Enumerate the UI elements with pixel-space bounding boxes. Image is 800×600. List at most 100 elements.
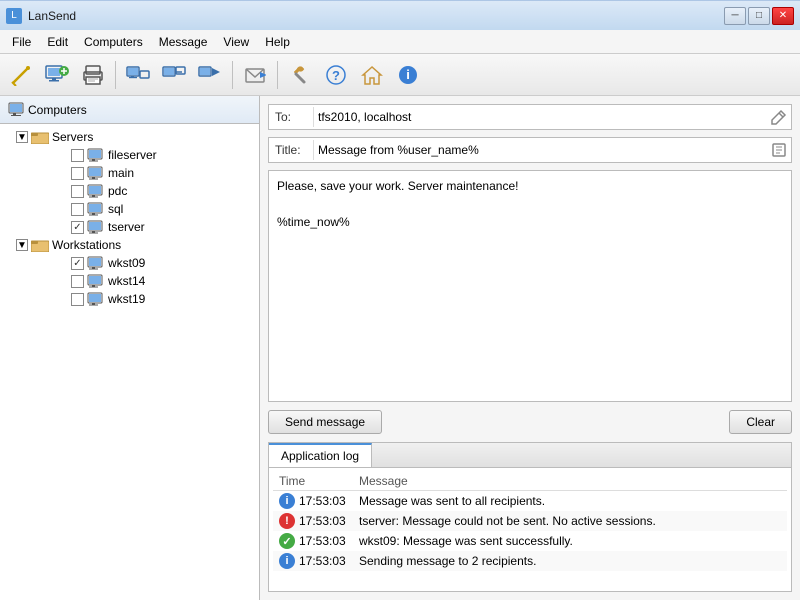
monitor-icon bbox=[87, 220, 105, 234]
title-label: Title: bbox=[269, 140, 313, 160]
wand-icon[interactable] bbox=[4, 58, 38, 92]
network1-icon[interactable] bbox=[121, 58, 155, 92]
help-circle-icon[interactable]: ? bbox=[319, 58, 353, 92]
home-icon[interactable] bbox=[355, 58, 389, 92]
log-message: Sending message to 2 recipients. bbox=[359, 554, 781, 568]
fileserver-label: fileserver bbox=[108, 148, 157, 162]
sql-label: sql bbox=[108, 202, 123, 216]
monitor-icon bbox=[87, 256, 105, 270]
tree-node-wkst19[interactable]: wkst19 bbox=[0, 290, 259, 308]
log-row: ! 17:53:03 tserver: Message could not be… bbox=[273, 511, 787, 531]
svg-text:?: ? bbox=[332, 68, 340, 83]
tab-application-log[interactable]: Application log bbox=[269, 443, 372, 467]
menu-message[interactable]: Message bbox=[151, 33, 216, 51]
title-field-row: Title: Message from %user_name% bbox=[268, 137, 792, 163]
log-section: Application log Time Message i 17:53:03 … bbox=[268, 442, 792, 592]
monitor-icon bbox=[87, 184, 105, 198]
log-time: 17:53:03 bbox=[299, 514, 359, 528]
message-line-2: %time_now% bbox=[277, 213, 783, 231]
send-message-button[interactable]: Send message bbox=[268, 410, 382, 434]
menu-help[interactable]: Help bbox=[257, 33, 298, 51]
minimize-button[interactable]: ─ bbox=[724, 7, 746, 25]
checkbox-tserver[interactable]: ✓ bbox=[71, 221, 84, 234]
monitor-icon bbox=[87, 292, 105, 306]
to-value: tfs2010, localhost bbox=[313, 107, 767, 127]
error-log-icon: ! bbox=[279, 513, 295, 529]
servers-label: Servers bbox=[52, 130, 93, 144]
wrench-icon[interactable] bbox=[283, 58, 317, 92]
tree-container: ▼ Servers fileserver bbox=[0, 124, 259, 600]
menu-computers[interactable]: Computers bbox=[76, 33, 151, 51]
to-label: To: bbox=[269, 107, 313, 127]
log-time: 17:53:03 bbox=[299, 534, 359, 548]
tree-node-fileserver[interactable]: fileserver bbox=[0, 146, 259, 164]
menu-bar: File Edit Computers Message View Help bbox=[0, 30, 800, 54]
workstations-label: Workstations bbox=[52, 238, 121, 252]
group-icon bbox=[31, 238, 49, 252]
svg-text:i: i bbox=[406, 67, 410, 82]
success-log-icon: ✓ bbox=[279, 533, 295, 549]
tserver-label: tserver bbox=[108, 220, 145, 234]
pdc-label: pdc bbox=[108, 184, 127, 198]
add-computer-icon[interactable] bbox=[40, 58, 74, 92]
checkbox-pdc[interactable] bbox=[71, 185, 84, 198]
message-area[interactable]: Please, save your work. Server maintenan… bbox=[268, 170, 792, 402]
tree-node-pdc[interactable]: pdc bbox=[0, 182, 259, 200]
tree-node-wkst14[interactable]: wkst14 bbox=[0, 272, 259, 290]
log-col-time: Time bbox=[279, 474, 359, 488]
checkbox-wkst14[interactable] bbox=[71, 275, 84, 288]
computers-tab-label: Computers bbox=[28, 103, 87, 117]
checkbox-sql[interactable] bbox=[71, 203, 84, 216]
app-icon: L bbox=[6, 8, 22, 24]
checkbox-wkst09[interactable]: ✓ bbox=[71, 257, 84, 270]
log-message: Message was sent to all recipients. bbox=[359, 494, 781, 508]
expand-workstations[interactable]: ▼ bbox=[16, 239, 28, 251]
log-col-message: Message bbox=[359, 474, 781, 488]
clear-button[interactable]: Clear bbox=[729, 410, 792, 434]
log-row: i 17:53:03 Sending message to 2 recipien… bbox=[273, 551, 787, 571]
network2-icon[interactable] bbox=[157, 58, 191, 92]
toolbar-separator-1 bbox=[115, 61, 116, 89]
to-edit-button[interactable] bbox=[767, 105, 791, 129]
buttons-row: Send message Clear bbox=[268, 406, 792, 438]
info-circle-icon[interactable]: i bbox=[391, 58, 425, 92]
title-bar-controls: ─ □ ✕ bbox=[724, 7, 794, 25]
title-bar-text: LanSend bbox=[28, 9, 724, 23]
tree-node-sql[interactable]: sql bbox=[0, 200, 259, 218]
menu-file[interactable]: File bbox=[4, 33, 39, 51]
main-container: Computers ▼ Servers fileserver bbox=[0, 96, 800, 600]
checkbox-wkst19[interactable] bbox=[71, 293, 84, 306]
log-message: wkst09: Message was sent successfully. bbox=[359, 534, 781, 548]
print-icon[interactable] bbox=[76, 58, 110, 92]
group-icon bbox=[31, 130, 49, 144]
send-icon[interactable] bbox=[238, 58, 272, 92]
tree-node-tserver[interactable]: ✓ tserver bbox=[0, 218, 259, 236]
monitor-icon bbox=[87, 202, 105, 216]
tree-node-wkst09[interactable]: ✓ wkst09 bbox=[0, 254, 259, 272]
title-edit-button[interactable] bbox=[767, 138, 791, 162]
message-line-1: Please, save your work. Server maintenan… bbox=[277, 177, 783, 195]
title-value[interactable]: Message from %user_name% bbox=[313, 140, 767, 160]
computers-tab[interactable]: Computers bbox=[0, 96, 259, 124]
wkst14-label: wkst14 bbox=[108, 274, 145, 288]
menu-view[interactable]: View bbox=[215, 33, 257, 51]
menu-edit[interactable]: Edit bbox=[39, 33, 76, 51]
log-row: ✓ 17:53:03 wkst09: Message was sent succ… bbox=[273, 531, 787, 551]
toolbar: ? i bbox=[0, 54, 800, 96]
log-table-header: Time Message bbox=[273, 472, 787, 491]
tree-node-workstations[interactable]: ▼ Workstations bbox=[0, 236, 259, 254]
main-label: main bbox=[108, 166, 134, 180]
network3-icon[interactable] bbox=[193, 58, 227, 92]
maximize-button[interactable]: □ bbox=[748, 7, 770, 25]
tree-node-servers[interactable]: ▼ Servers bbox=[0, 128, 259, 146]
log-time: 17:53:03 bbox=[299, 554, 359, 568]
log-rows: i 17:53:03 Message was sent to all recip… bbox=[273, 491, 787, 571]
expand-servers[interactable]: ▼ bbox=[16, 131, 28, 143]
close-button[interactable]: ✕ bbox=[772, 7, 794, 25]
log-time: 17:53:03 bbox=[299, 494, 359, 508]
info-log-icon: i bbox=[279, 553, 295, 569]
checkbox-fileserver[interactable] bbox=[71, 149, 84, 162]
log-row: i 17:53:03 Message was sent to all recip… bbox=[273, 491, 787, 511]
tree-node-main[interactable]: main bbox=[0, 164, 259, 182]
checkbox-main[interactable] bbox=[71, 167, 84, 180]
